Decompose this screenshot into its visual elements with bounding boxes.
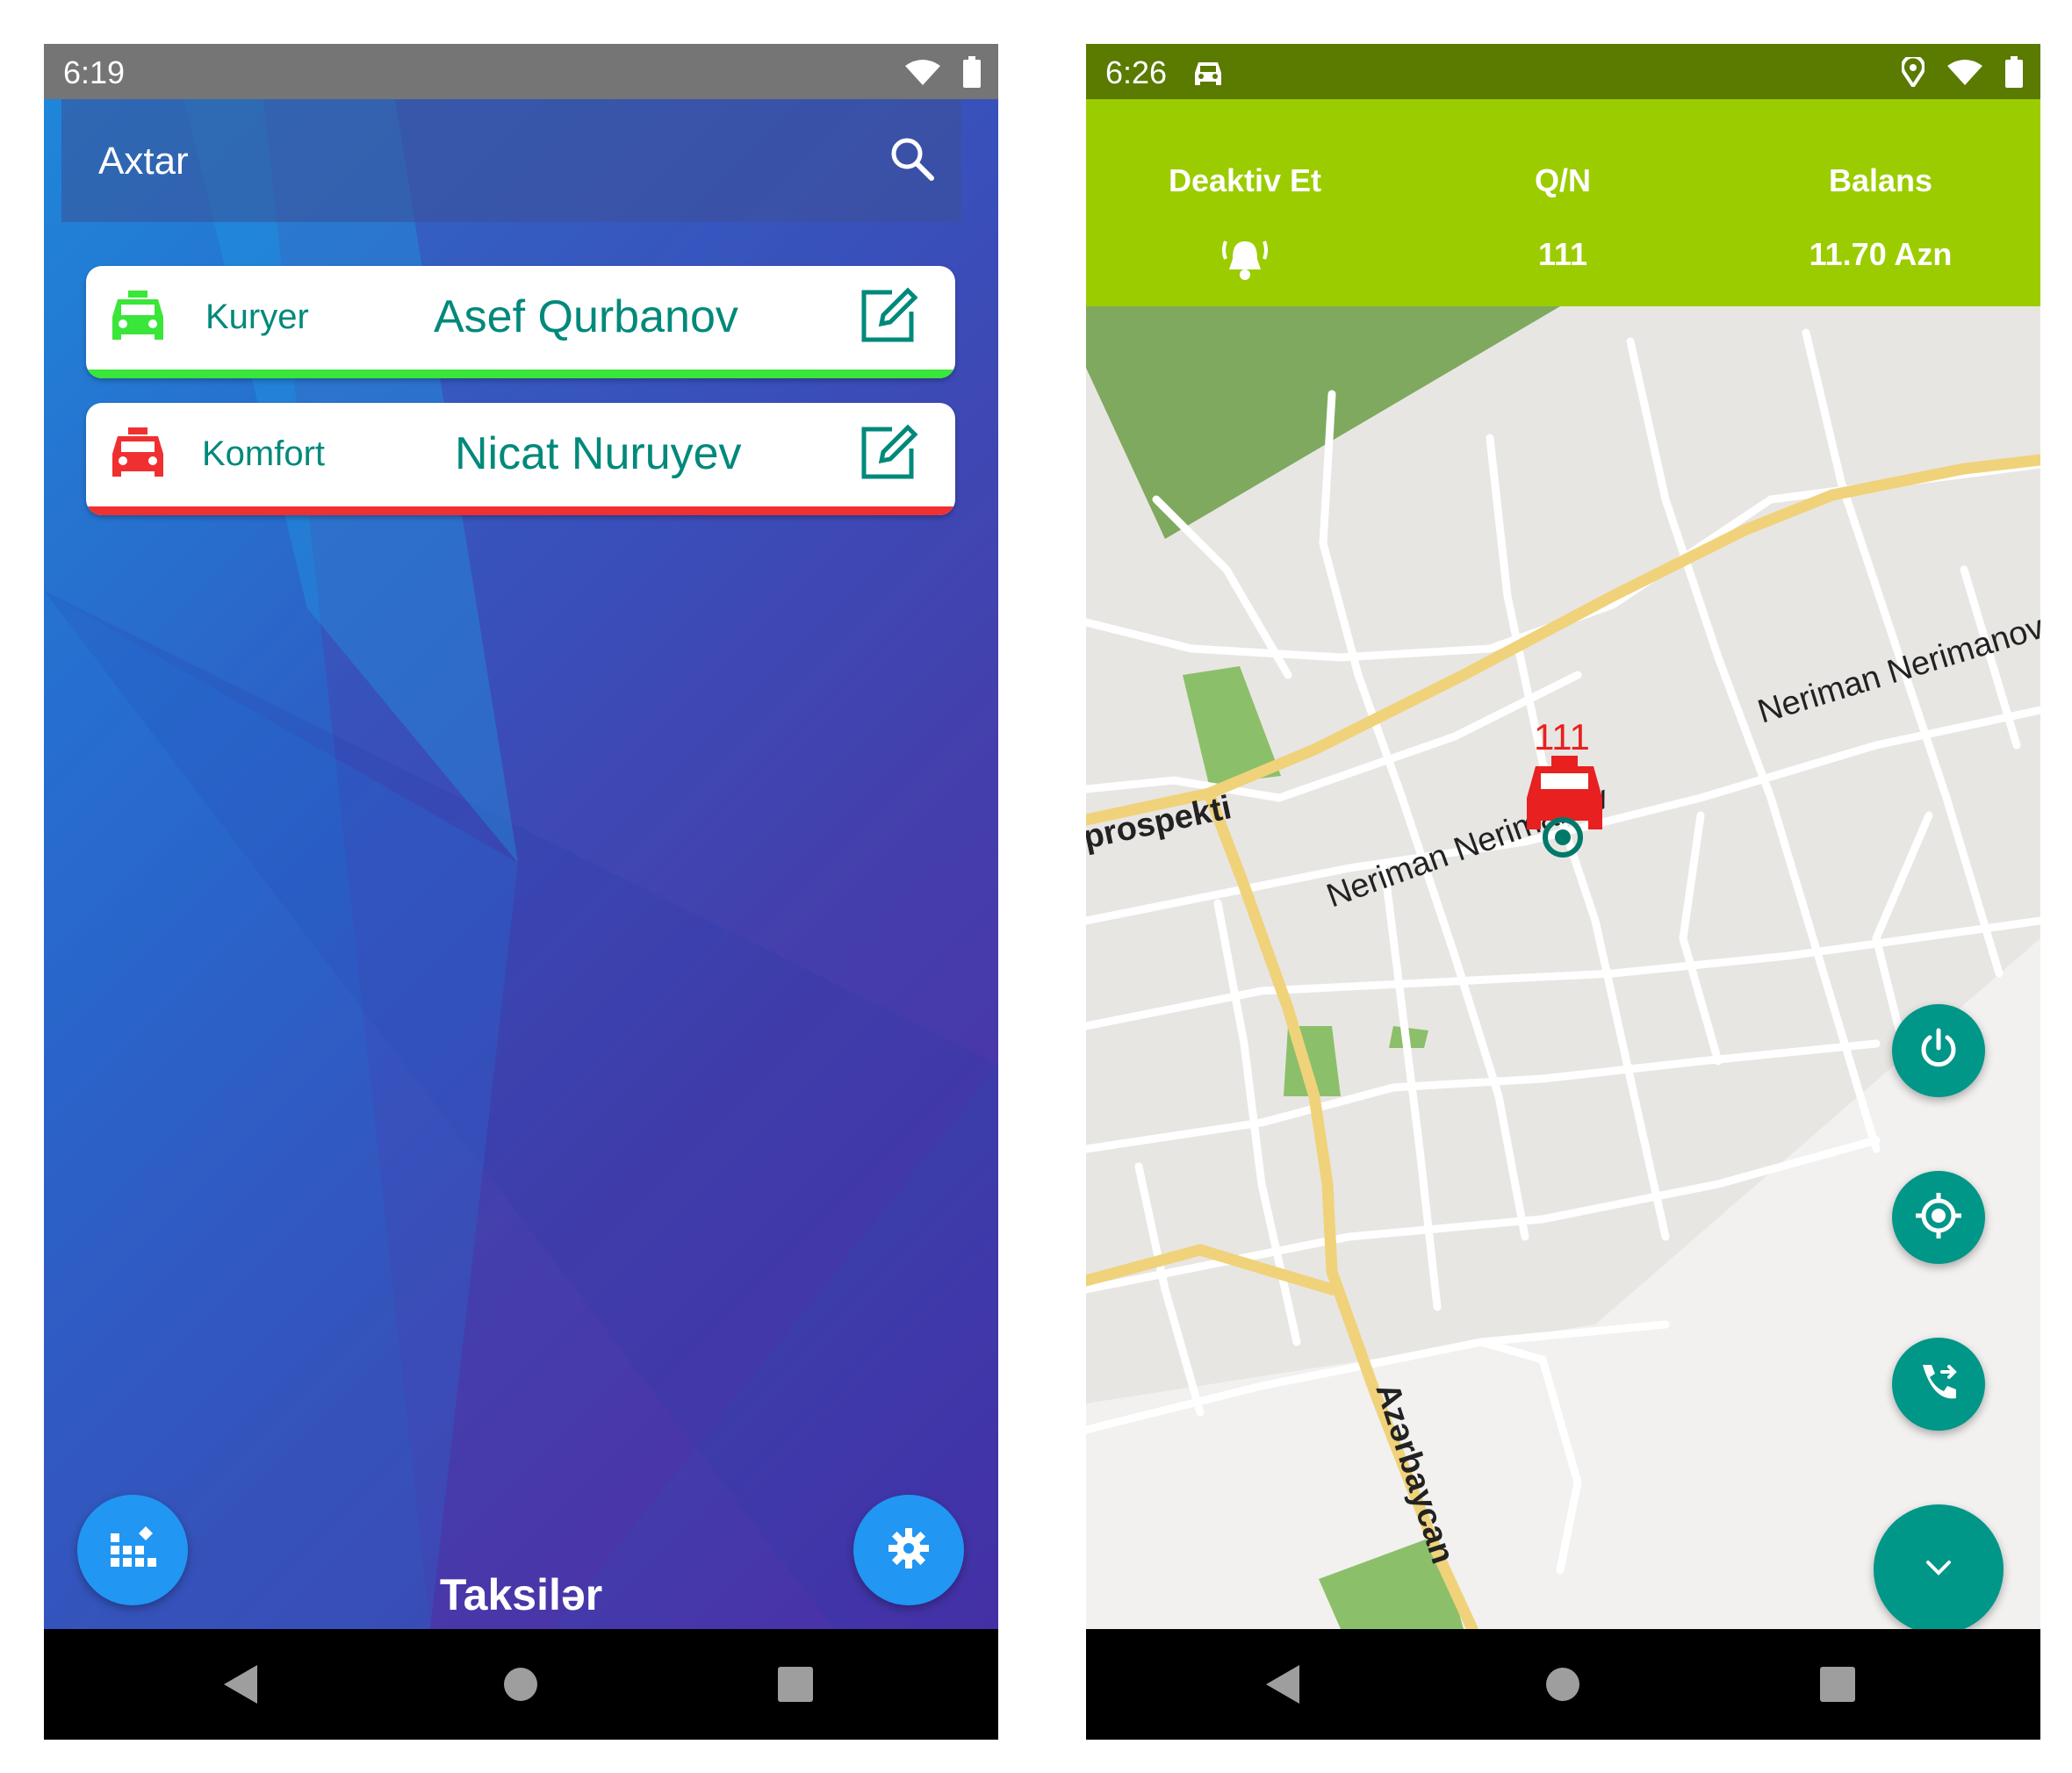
wifi-icon (905, 58, 940, 95)
status-time: 6:26 (1105, 54, 1168, 90)
call-forward-icon (1916, 1360, 1961, 1410)
status-time: 6:19 (63, 54, 126, 90)
target-icon (1914, 1191, 1963, 1245)
alarm-icon[interactable] (1086, 236, 1404, 290)
taxi-card-komfort[interactable]: Komfort Nicat Nuruyev (86, 403, 955, 515)
battery-icon (2005, 56, 2023, 96)
recents-icon[interactable] (743, 1629, 848, 1740)
location-icon (1901, 54, 1925, 95)
taxi-type: Komfort (202, 434, 326, 473)
background: Axtar Kuryer Asef Qurbanov Komfort Nicat… (44, 99, 998, 1629)
taxi-icon (109, 291, 167, 348)
car-icon (1193, 58, 1223, 95)
map-view[interactable]: prospekti Neriman Nerimanov Neriman Neri… (1086, 306, 2040, 1629)
taxi-marker-label: 111 (1534, 716, 1590, 757)
driver-name: Asef Qurbanov (434, 291, 738, 342)
power-icon (1917, 1027, 1960, 1075)
card-status-bar (86, 370, 955, 378)
home-icon[interactable] (468, 1629, 573, 1740)
chevron-down-icon (1923, 1557, 1954, 1583)
card-status-bar (86, 506, 955, 515)
grid-icon (109, 1525, 156, 1576)
deactivate-column[interactable]: Deaktiv Et (1086, 99, 1404, 306)
status-bar: 6:26 (1086, 44, 2040, 99)
edit-icon[interactable] (857, 422, 918, 488)
balance-column: Balans 11.70 Azn (1722, 99, 2040, 306)
qn-label: Q/N (1534, 162, 1591, 198)
search-icon[interactable] (889, 136, 935, 186)
map-canvas: prospekti Neriman Nerimanov Neriman Neri… (1086, 306, 2040, 1629)
call-forward-button[interactable] (1892, 1338, 1985, 1431)
qn-column: Q/N 111 (1404, 99, 1722, 306)
deactivate-label: Deaktiv Et (1168, 162, 1322, 198)
system-navbar (44, 1629, 998, 1740)
driver-name: Nicat Nuruyev (455, 428, 742, 479)
wifi-icon (1947, 58, 1982, 95)
driver-map-screen: 6:26 Deaktiv Et Q/N 111 Balans 11.70 Azn… (1086, 44, 2040, 1740)
taxi-card-kuryer[interactable]: Kuryer Asef Qurbanov (86, 266, 955, 378)
expand-button[interactable] (1874, 1504, 2004, 1629)
recents-icon[interactable] (1785, 1629, 1890, 1740)
status-bar: 6:19 (44, 44, 998, 99)
system-navbar (1086, 1629, 2040, 1740)
gear-icon (889, 1527, 929, 1573)
locate-button[interactable] (1892, 1171, 1985, 1264)
qn-value: 111 (1537, 236, 1588, 272)
balance-value: 11.70 Azn (1809, 236, 1953, 272)
power-button[interactable] (1892, 1004, 1985, 1097)
search-bar[interactable]: Axtar (61, 99, 961, 222)
driver-header: Deaktiv Et Q/N 111 Balans 11.70 Azn (1086, 99, 2040, 306)
taxi-icon (109, 427, 167, 485)
bottom-title: Taksilər (439, 1570, 603, 1619)
balance-label: Balans (1828, 162, 1933, 198)
taxi-type: Kuryer (205, 298, 309, 336)
back-icon[interactable] (1231, 1629, 1336, 1740)
back-icon[interactable] (189, 1629, 294, 1740)
search-label: Axtar (98, 140, 189, 183)
home-icon[interactable] (1510, 1629, 1615, 1740)
taxi-list-screen: 6:19 Axtar Kuryer Asef Qurbanov Komfort … (44, 44, 998, 1740)
edit-icon[interactable] (857, 285, 918, 351)
battery-icon (963, 56, 981, 96)
